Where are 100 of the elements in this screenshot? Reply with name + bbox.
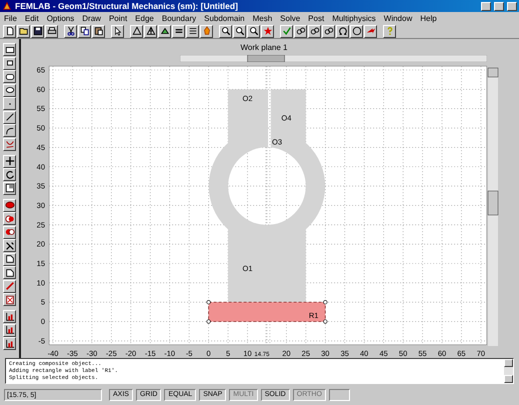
scroll-up-button[interactable] [504,359,513,368]
tool-button[interactable] [364,24,377,38]
tool-button[interactable] [3,70,16,84]
tool-button[interactable] [200,24,213,38]
tool-button[interactable] [3,226,16,239]
tool-button[interactable] [3,24,16,38]
tool-button[interactable] [3,310,16,324]
menu-item[interactable]: Solve [280,14,300,23]
tool-button[interactable] [78,24,91,38]
list-icon [188,26,198,36]
tool-button[interactable] [3,280,16,293]
menu-item[interactable]: Options [46,14,74,23]
menu-item[interactable]: Mesh [252,14,272,23]
menu-item[interactable]: Subdomain [204,14,245,23]
menu-item[interactable]: Edge [135,14,154,23]
tool-button[interactable] [45,24,58,38]
rectangle-object[interactable] [208,302,326,322]
tool-button[interactable] [17,24,30,38]
tool-button[interactable] [31,24,44,38]
menu-item[interactable]: Multiphysics [332,14,376,23]
tool-button[interactable] [3,198,16,212]
tool-button[interactable] [3,266,16,280]
chart-icon [4,312,14,322]
horseshoe-icon [338,26,348,36]
star-icon [262,26,272,36]
tool-button[interactable] [186,24,199,38]
circle-icon [352,26,362,36]
slider-thumb[interactable] [247,55,285,62]
vertical-scrollbar[interactable] [488,68,498,346]
tool-button[interactable] [3,293,16,306]
window-title: FEMLAB - Geom1/Structural Mechanics (sm): [Untitled] [15,1,239,12]
tool-button[interactable] [308,24,321,38]
tool-button[interactable] [3,337,16,350]
menu-item[interactable]: File [4,14,17,23]
curve-icon [4,126,14,136]
line-icon [4,112,14,122]
app-icon [2,1,12,12]
circles-icon [324,26,334,36]
tool-button[interactable] [383,24,396,38]
scroll-down-button[interactable] [504,375,513,384]
split-icon [4,240,14,251]
circles-icon [310,26,320,36]
menu-item[interactable]: Help [420,14,437,23]
mesh-icon [146,26,156,36]
tool-button[interactable] [350,24,363,38]
rectangle-icon [4,58,14,68]
tool-button[interactable] [64,24,77,38]
tool-button[interactable] [3,124,16,138]
tool-button[interactable] [3,138,16,151]
menu-item[interactable]: Point [108,14,128,23]
document-icon [4,268,14,278]
tool-button[interactable] [3,168,16,182]
cursor-icon [112,26,122,36]
menu-item[interactable]: Post [308,14,324,23]
tool-button[interactable] [3,97,16,110]
tool-button[interactable] [3,56,16,70]
paste-icon [94,26,104,36]
tool-button[interactable] [3,43,16,56]
tool-button[interactable] [233,24,246,38]
tool-button[interactable] [247,24,260,38]
menu-item[interactable]: Boundary [162,14,196,23]
delete-icon [4,294,14,305]
tool-button[interactable] [280,24,293,38]
scissors-icon [66,26,76,36]
tool-button[interactable] [261,24,274,38]
menu-item[interactable]: Window [384,14,412,23]
tool-button[interactable] [336,24,349,38]
minimize-button[interactable] [481,2,491,11]
close-button[interactable] [507,2,517,11]
status-panel [328,388,350,400]
tool-button[interactable] [322,24,335,38]
magnifier-icon [248,26,258,36]
selection-handle[interactable] [323,300,328,304]
menu-item[interactable]: Edit [24,14,39,23]
selection-handle[interactable] [206,320,211,324]
tool-button[interactable] [3,252,16,266]
workplane-tab-label[interactable]: Work plane 1 [240,43,288,52]
tool-button[interactable] [158,24,171,38]
curve-icon [4,139,14,150]
selection-handle[interactable] [206,300,211,304]
maximize-button[interactable] [494,2,504,11]
tool-button[interactable] [3,182,16,195]
check-icon [282,26,292,36]
tool-button[interactable] [219,24,232,38]
tool-button[interactable] [3,154,16,168]
tool-button[interactable] [3,110,16,124]
tool-button[interactable] [172,24,185,38]
selection-handle[interactable] [323,320,328,324]
tool-button[interactable] [92,24,105,38]
tool-button[interactable] [294,24,307,38]
tool-button[interactable] [3,239,16,252]
menu-item[interactable]: Draw [82,14,101,23]
chart-icon [4,325,14,336]
tool-button[interactable] [3,84,16,97]
tool-button[interactable] [111,24,124,38]
tool-button[interactable] [144,24,157,38]
tool-button[interactable] [130,24,143,38]
tool-button[interactable] [3,324,16,337]
workplane-slider[interactable] [180,55,487,62]
tool-button[interactable] [3,212,16,226]
